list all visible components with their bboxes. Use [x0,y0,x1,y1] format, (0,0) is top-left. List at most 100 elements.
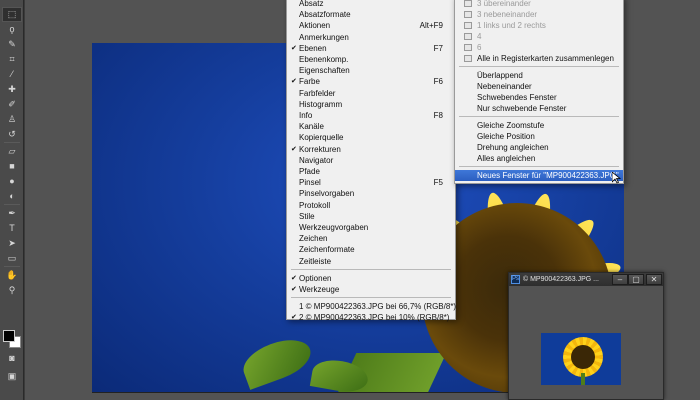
quick-select-tool-icon[interactable]: ✎ [3,38,21,51]
menu-item[interactable]: Neues Fenster für "MP900422363.JPG" [455,170,623,181]
menu-item-label: Farbfelder [299,88,336,98]
menu-item[interactable]: Absatz [287,0,455,9]
menu-item-label: Pinselvorgaben [299,189,355,199]
close-button[interactable]: ✕ [646,274,662,285]
layout-grid-icon [464,44,472,51]
menu-item[interactable]: ✔ Farbe F6 [287,76,455,87]
menu-item[interactable]: ✔ 2 © MP900422363.JPG bei 10% (RGB/8*) [287,312,455,323]
foreground-color-swatch[interactable] [3,330,15,342]
checkmark-icon: ✔ [291,44,297,52]
menu-item[interactable]: Absatzformate [287,9,455,20]
eyedropper-tool-icon[interactable]: ⁄ [3,68,21,81]
menu-item[interactable]: Farbfelder [287,88,455,99]
menu-item-label: Nebeneinander [477,82,532,91]
path-selection-tool-icon[interactable]: ➤ [3,237,21,250]
floating-document-window[interactable]: Ps © MP900422363.JPG ... – ▢ ✕ [508,272,664,400]
menu-item-shortcut: Alt+F9 [419,21,443,31]
menu-item[interactable]: 1 links und 2 rechts [455,20,623,31]
menu-item[interactable]: ✔ Optionen [287,273,455,284]
thumbnail-disc [571,345,595,369]
menu-item[interactable]: 3 übereinander [455,0,623,9]
pen-tool-icon[interactable]: ✒ [3,207,21,220]
hand-tool-icon[interactable]: ✋ [3,269,21,282]
maximize-button[interactable]: ▢ [628,274,644,285]
eraser-tool-icon[interactable]: ▱ [3,145,21,158]
shape-tool-icon[interactable]: ▭ [3,252,21,265]
brush-tool-icon[interactable]: ✐ [3,98,21,111]
lasso-tool-icon[interactable]: ϙ [3,23,21,36]
history-brush-tool-icon[interactable]: ↺ [3,128,21,141]
minimize-button[interactable]: – [612,274,628,285]
tools-panel: ⬚ ϙ ✎ ⌗ ⁄ ✚ ✐ ♙ ↺ ▱ ■ ● ◐ ✒ T ➤ ▭ ✋ ⚲ ◙ ▣ [0,0,24,400]
menu-item[interactable]: Navigator [287,155,455,166]
menu-item[interactable]: Drehung angleichen [455,142,623,153]
menu-item[interactable]: Gleiche Position [455,131,623,142]
menu-item-label: Schwebendes Fenster [477,93,557,102]
menu-item-label: Eigenschaften [299,66,350,76]
menu-item[interactable]: Aktionen Alt+F9 [287,20,455,31]
menu-item[interactable]: ✔ Werkzeuge [287,284,455,295]
blur-tool-icon[interactable]: ● [3,175,21,188]
menu-item-label: Alles angleichen [477,154,536,163]
menu-item[interactable]: ✔ Korrekturen [287,144,455,155]
menu-item[interactable]: Alle in Registerkarten zusammenlegen [455,53,623,64]
menu-item-label: 3 übereinander [477,0,531,8]
menu-item[interactable]: Anmerkungen [287,32,455,43]
clone-stamp-tool-icon[interactable]: ♙ [3,113,21,126]
menu-item[interactable]: Kanäle [287,121,455,132]
dodge-tool-icon[interactable]: ◐ [3,190,21,203]
menu-item[interactable]: Pinselvorgaben [287,188,455,199]
menu-item[interactable]: 1 © MP900422363.JPG bei 66,7% (RGB/8*) [287,301,456,312]
menu-item[interactable]: Ebenenkomp. [287,54,455,65]
menu-item[interactable]: Schwebendes Fenster [455,92,623,103]
menu-item[interactable]: Gleiche Zoomstufe [455,120,623,131]
menu-item[interactable]: Alles angleichen [455,153,623,164]
zoom-tool-icon[interactable]: ⚲ [3,284,21,297]
checkmark-icon: ✔ [291,78,297,86]
menu-item[interactable]: Nur schwebende Fenster [455,103,623,114]
window-menu: Absatz Absatzformate Aktionen Alt+F9 Anmerku… [286,0,456,323]
menu-item-shortcut: F6 [433,77,443,87]
sunflower-leaf [237,332,317,390]
menu-item[interactable]: Info F8 [287,110,455,121]
menu-item[interactable]: Stile [287,211,455,222]
menu-item[interactable]: 4 [455,31,623,42]
menu-item[interactable]: Zeitleiste [287,256,455,267]
menu-item[interactable]: Pinsel F5 [287,177,455,188]
menu-item[interactable]: Überlappend [455,70,623,81]
menu-item-label: Ebenen [299,43,327,53]
menu-item-label: Absatz [299,0,324,8]
menu-item-label: 6 [477,43,482,52]
menu-item[interactable]: ✔ Ebenen F7 [287,43,455,54]
menu-separator [291,297,451,299]
menu-item[interactable]: Nebeneinander [455,81,623,92]
layout-grid-icon [464,33,472,40]
menu-item-label: Gleiche Zoomstufe [477,121,545,130]
menu-item[interactable]: 3 nebeneinander [455,9,623,20]
menu-item[interactable]: Histogramm [287,99,455,110]
crop-tool-icon[interactable]: ⌗ [3,53,21,66]
menu-item-label: Farbe [299,77,320,87]
menu-item-label: Protokoll [299,200,331,210]
menu-item-label: 3 nebeneinander [477,10,538,19]
window-titlebar[interactable]: Ps © MP900422363.JPG ... – ▢ ✕ [509,273,663,286]
menu-item[interactable]: Protokoll [287,200,455,211]
quick-mask-icon[interactable]: ◙ [3,352,21,365]
marquee-tool-icon[interactable]: ⬚ [2,7,22,22]
menu-item[interactable]: 6 [455,42,623,53]
menu-item-label: Optionen [299,273,332,283]
menu-item[interactable]: Zeichen [287,233,455,244]
checkmark-icon: ✔ [291,145,297,153]
menu-item[interactable]: Eigenschaften [287,65,455,76]
gradient-tool-icon[interactable]: ■ [3,160,21,173]
screen-mode-icon[interactable]: ▣ [3,370,21,383]
thumbnail-stem [581,373,585,385]
type-tool-icon[interactable]: T [3,222,21,235]
menu-item[interactable]: Werkzeugvorgaben [287,222,455,233]
healing-brush-tool-icon[interactable]: ✚ [3,83,21,96]
menu-item[interactable]: Kopierquelle [287,132,455,143]
menu-item[interactable]: Pfade [287,166,455,177]
menu-item-label: Kopierquelle [299,133,344,143]
menu-item[interactable]: Zeichenformate [287,244,455,255]
menu-item-label: Werkzeuge [299,285,340,294]
